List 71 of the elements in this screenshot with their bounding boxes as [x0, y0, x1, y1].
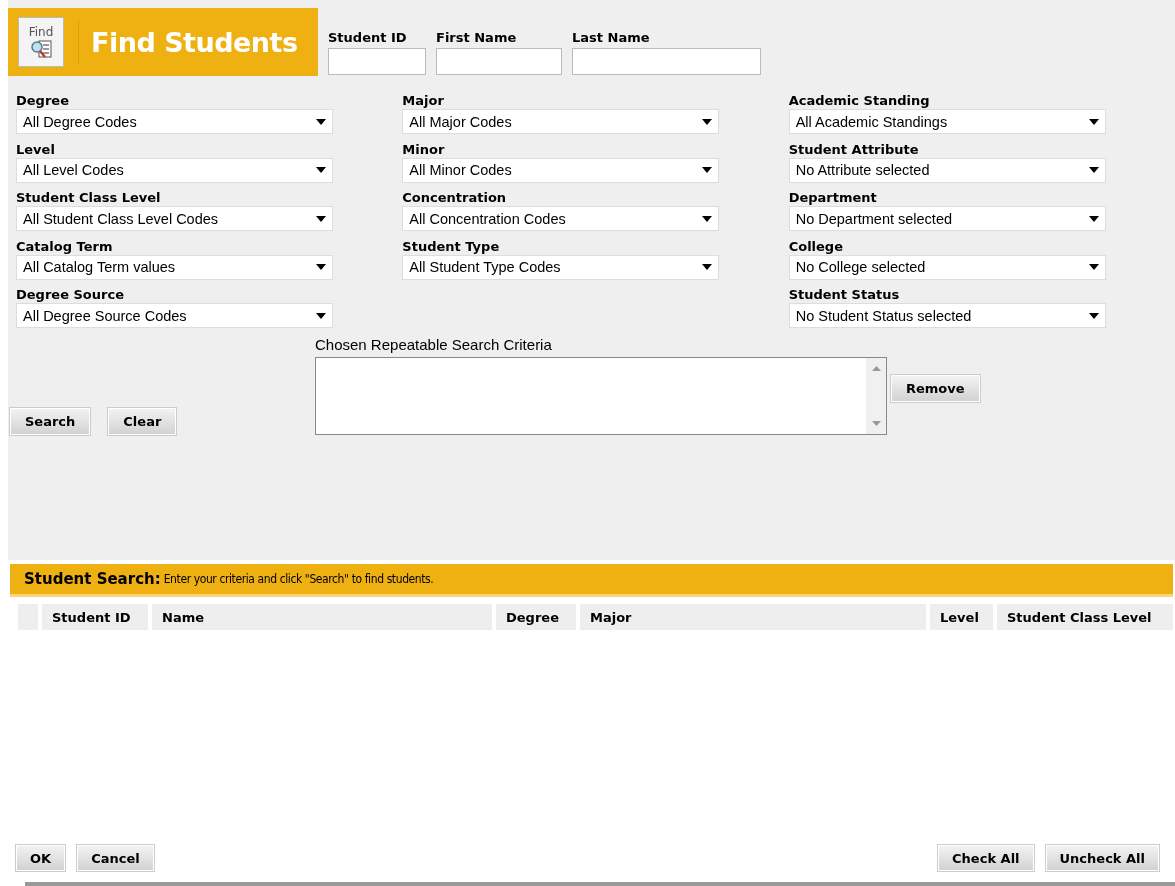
dropdown-caret-icon	[702, 167, 713, 173]
text-field[interactable]	[436, 48, 562, 75]
dropdown-caret-icon	[316, 264, 326, 270]
dropdown[interactable]: All Major Codes	[402, 109, 720, 134]
results-hint: Enter your criteria and click "Search" to find students.	[163, 572, 434, 586]
filter-label: Student Type	[402, 238, 501, 255]
scrollbar[interactable]	[866, 357, 886, 434]
dropdown-caret-icon	[702, 118, 713, 125]
results-title: Student Search:	[24, 570, 161, 588]
filter-label: Student Attribute	[788, 141, 920, 158]
column-header[interactable]: Student ID	[42, 604, 148, 630]
dropdown[interactable]: All Student Type Codes	[402, 254, 720, 280]
text-field[interactable]	[328, 48, 426, 75]
filter-label: Academic Standing	[788, 93, 931, 109]
dialog-button[interactable]: OK	[16, 845, 66, 871]
search-action-button[interactable]: Search	[10, 407, 91, 435]
dropdown-caret-icon	[1088, 118, 1099, 125]
column-header[interactable]: Student Class Level	[997, 604, 1173, 630]
dropdown[interactable]: All Level Codes	[16, 157, 333, 183]
dropdown[interactable]: All Degree Source Codes	[16, 303, 333, 328]
column-header[interactable]: Name	[152, 604, 492, 630]
filter-label: Catalog Term	[16, 238, 114, 255]
filter-label: College	[788, 238, 844, 255]
dialog-button[interactable]: Cancel	[77, 845, 154, 871]
scroll-up-icon	[871, 365, 881, 371]
dropdown-caret-icon	[316, 167, 326, 173]
search-action-button[interactable]: Clear	[108, 407, 177, 435]
check-button[interactable]: Uncheck All	[1045, 845, 1159, 871]
magnifier-list-icon	[29, 38, 53, 59]
field-label: Last Name	[572, 30, 651, 46]
dropdown-caret-icon	[316, 312, 326, 319]
dropdown[interactable]: All Student Class Level Codes	[16, 206, 333, 231]
criteria-label: Chosen Repeatable Search Criteria	[315, 335, 552, 354]
column-header[interactable]: Level	[930, 604, 993, 630]
filter-label: Minor	[402, 141, 446, 158]
filter-label: Department	[788, 190, 878, 206]
dropdown[interactable]: No College selected	[788, 254, 1106, 280]
dropdown[interactable]: All Catalog Term values	[16, 254, 333, 280]
find-button[interactable]: Find	[18, 17, 64, 67]
page-title: Find Students	[91, 26, 298, 58]
filter-label: Concentration	[402, 190, 508, 206]
filter-label: Major	[402, 93, 445, 109]
filter-label: Degree	[16, 93, 70, 109]
dropdown-caret-icon	[316, 215, 326, 222]
dropdown[interactable]: All Minor Codes	[402, 157, 720, 183]
dropdown-caret-icon	[1088, 215, 1099, 222]
criteria-list-box[interactable]	[315, 356, 887, 435]
dropdown[interactable]: No Attribute selected	[788, 157, 1106, 183]
field-label: First Name	[436, 30, 518, 46]
dropdown[interactable]: All Academic Standings	[788, 109, 1106, 134]
check-button[interactable]: Check All	[938, 845, 1034, 871]
filter-label: Degree Source	[16, 287, 125, 303]
scroll-down-icon	[871, 420, 881, 426]
filter-label: Level	[16, 141, 56, 158]
dropdown[interactable]: No Department selected	[788, 206, 1106, 231]
dropdown-caret-icon	[1088, 167, 1099, 173]
filter-label: Student Class Level	[16, 190, 162, 206]
dropdown[interactable]: All Degree Codes	[16, 109, 333, 134]
remove-button[interactable]: Remove	[891, 375, 980, 402]
dropdown-caret-icon	[1088, 312, 1099, 319]
dropdown[interactable]: All Concentration Codes	[402, 206, 720, 231]
dropdown-caret-icon	[316, 118, 326, 125]
field-label: Student ID	[328, 30, 408, 46]
dropdown[interactable]: No Student Status selected	[788, 303, 1106, 328]
dropdown-caret-icon	[1088, 264, 1099, 270]
filter-label: Student Status	[788, 287, 901, 303]
dropdown-caret-icon	[702, 215, 713, 222]
text-field[interactable]	[572, 48, 761, 75]
dropdown-caret-icon	[702, 264, 713, 270]
column-header[interactable]: Degree	[496, 604, 576, 630]
column-header[interactable]: Major	[580, 604, 926, 630]
